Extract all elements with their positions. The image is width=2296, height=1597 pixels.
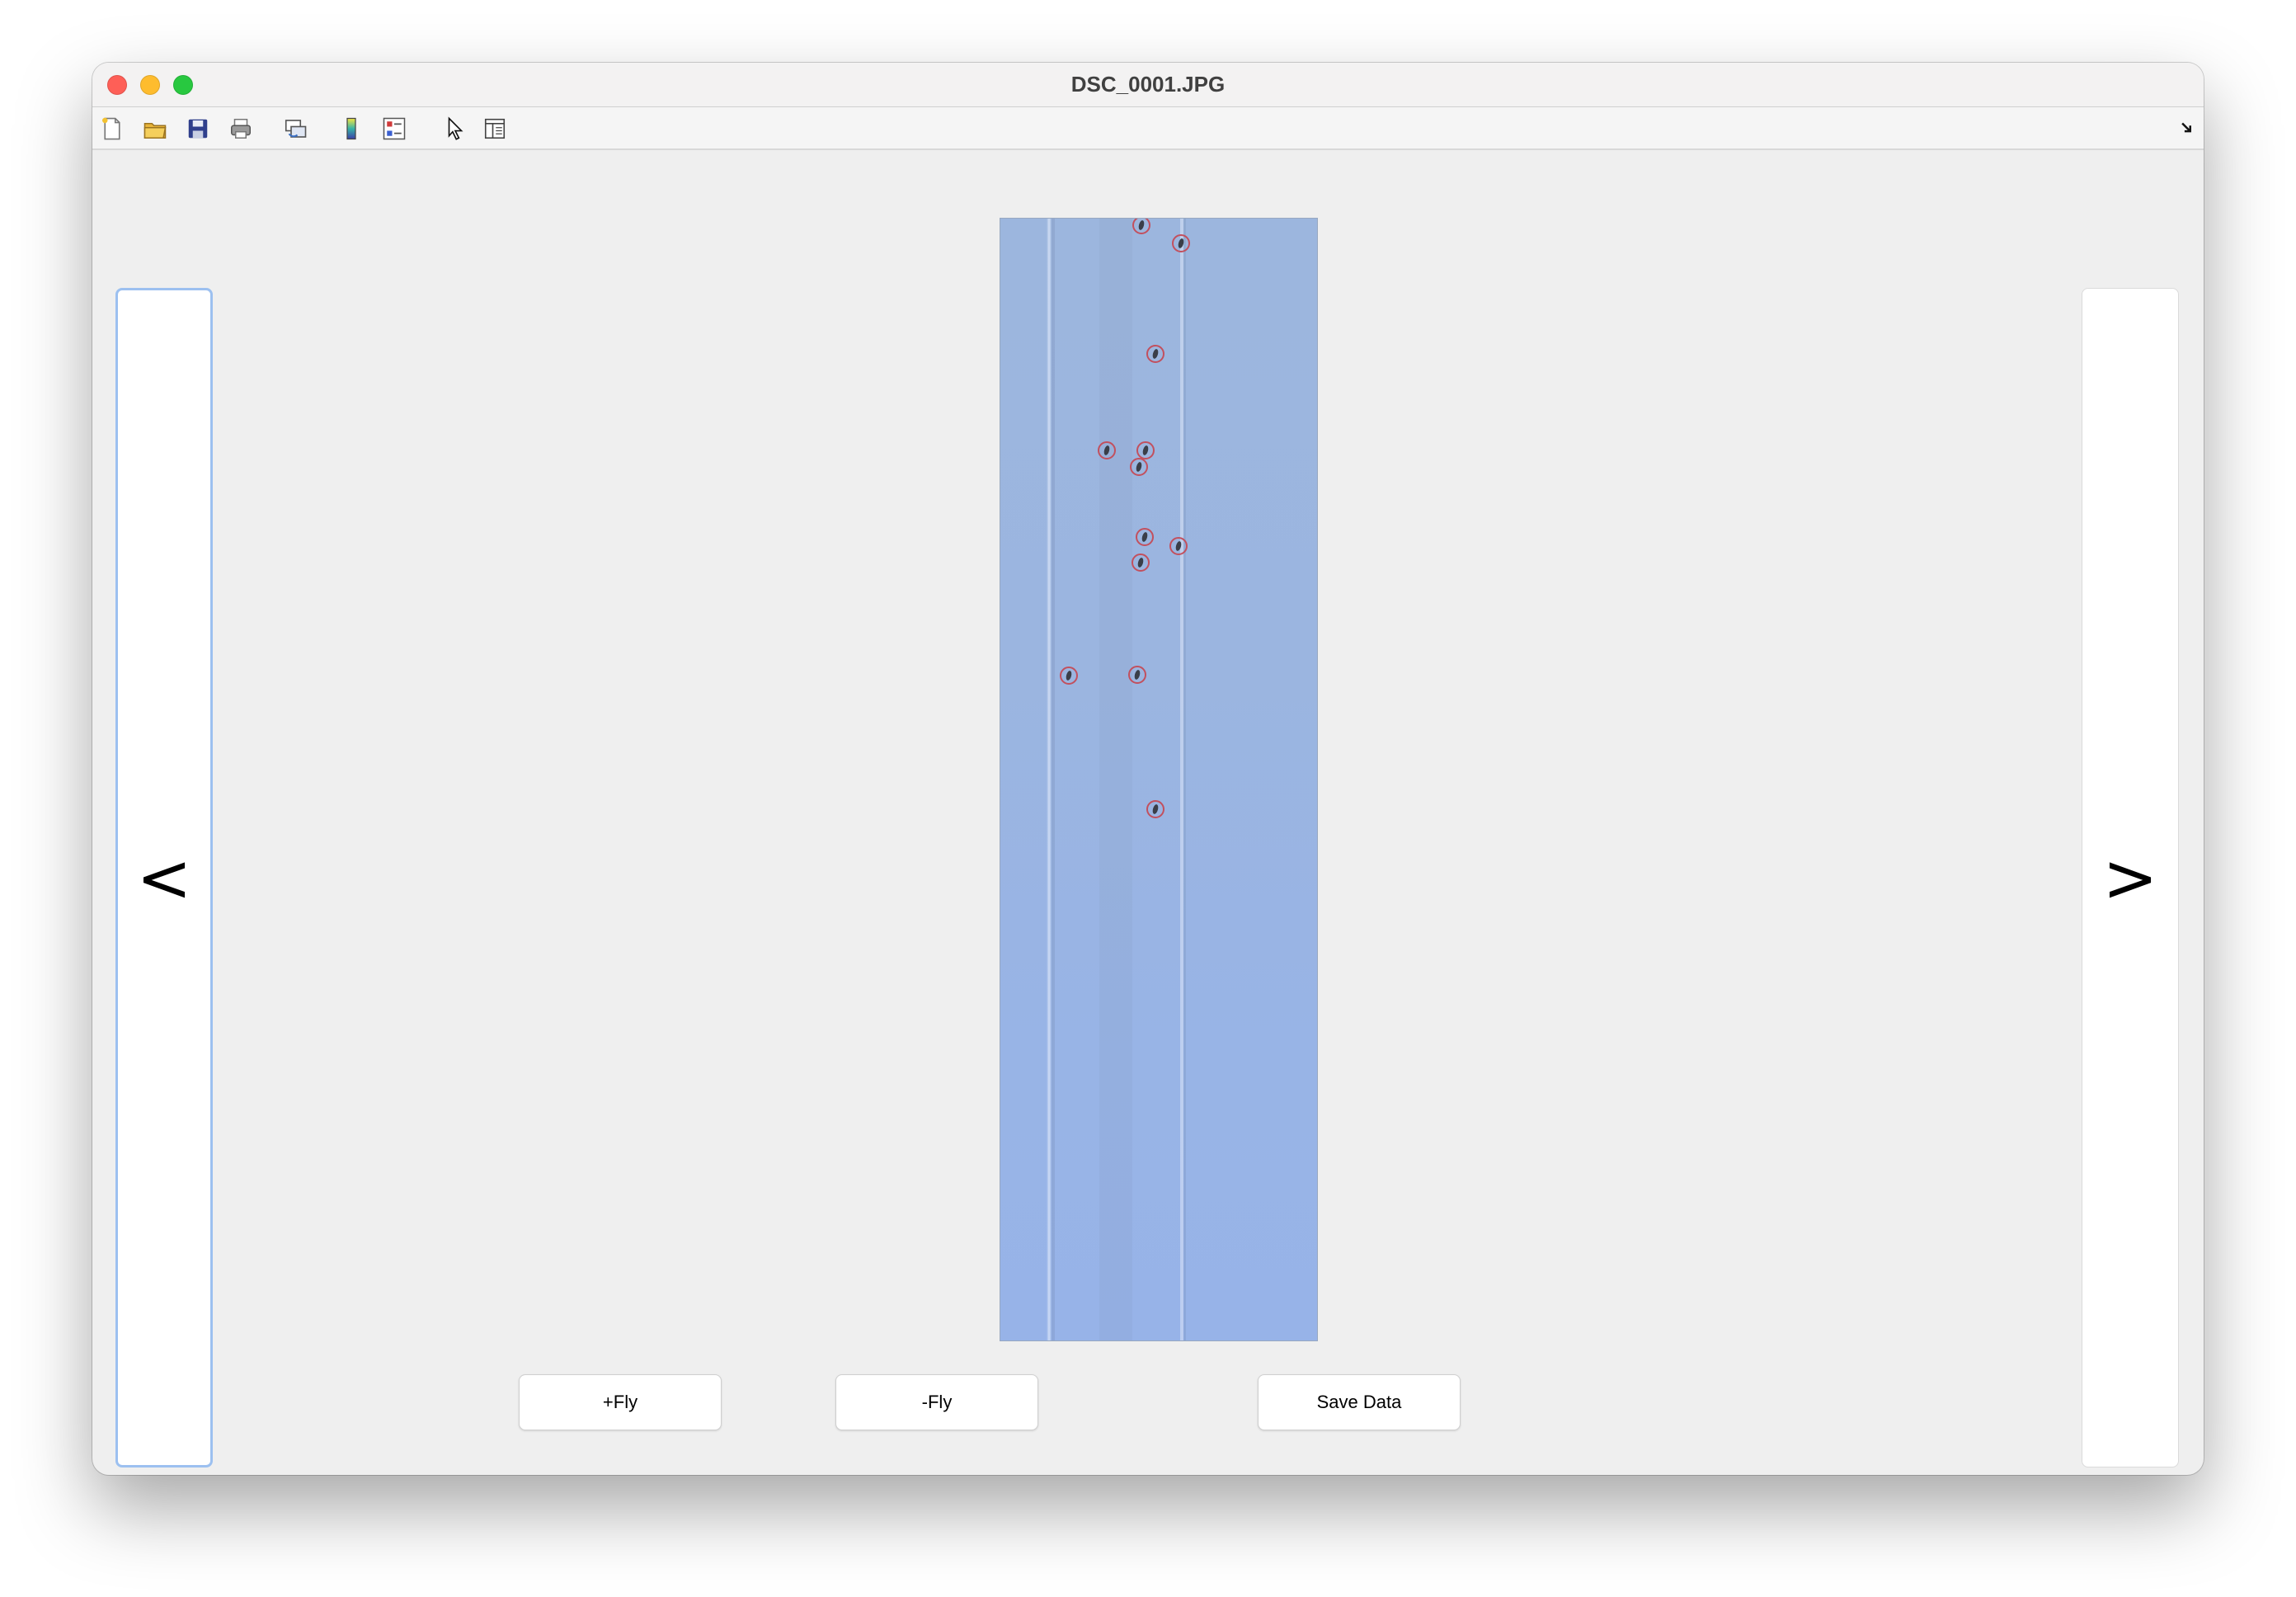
fly-marker[interactable] <box>1128 666 1146 684</box>
dock-arrow-icon[interactable] <box>2179 119 2197 137</box>
fly-marker[interactable] <box>1146 345 1164 363</box>
next-image-label: > <box>2102 839 2158 916</box>
minimize-window-button[interactable] <box>140 75 160 95</box>
previous-image-label: < <box>136 839 192 916</box>
fly-marker[interactable] <box>1060 667 1078 685</box>
next-image-button[interactable]: > <box>2082 288 2179 1467</box>
fly-marker[interactable] <box>1172 234 1190 252</box>
window-controls <box>107 75 193 95</box>
print-icon[interactable] <box>228 115 254 142</box>
fly-marker[interactable] <box>1132 554 1150 572</box>
fly-image-axes[interactable] <box>1000 218 1318 1341</box>
figure-content: < > <box>92 152 2204 1475</box>
add-fly-button[interactable]: +Fly <box>519 1374 722 1430</box>
zoom-window-button[interactable] <box>173 75 193 95</box>
title-bar: DSC_0001.JPG <box>92 63 2204 107</box>
figure-toolbar <box>92 107 2204 150</box>
previous-image-button[interactable]: < <box>115 288 213 1467</box>
fly-marker[interactable] <box>1130 458 1148 476</box>
fly-marker[interactable] <box>1132 219 1150 234</box>
link-plot-icon[interactable] <box>282 115 308 142</box>
fly-marker[interactable] <box>1169 537 1188 555</box>
fly-marker[interactable] <box>1136 441 1155 459</box>
colorbar-icon[interactable] <box>338 115 365 142</box>
save-data-button[interactable]: Save Data <box>1258 1374 1461 1430</box>
open-folder-icon[interactable] <box>142 115 168 142</box>
fly-marker[interactable] <box>1136 528 1154 546</box>
edit-pointer-icon[interactable] <box>442 115 468 142</box>
save-icon[interactable] <box>185 115 211 142</box>
fly-marker[interactable] <box>1098 441 1116 459</box>
property-inspector-icon[interactable] <box>482 115 508 142</box>
remove-fly-button[interactable]: -Fly <box>835 1374 1038 1430</box>
window-title: DSC_0001.JPG <box>1070 72 1226 97</box>
legend-icon[interactable] <box>381 115 407 142</box>
new-file-icon[interactable] <box>99 115 125 142</box>
fly-marker[interactable] <box>1146 800 1164 818</box>
close-window-button[interactable] <box>107 75 127 95</box>
app-window: DSC_0001.JPG < > +Fly -Fly Save Data <box>92 63 2204 1475</box>
